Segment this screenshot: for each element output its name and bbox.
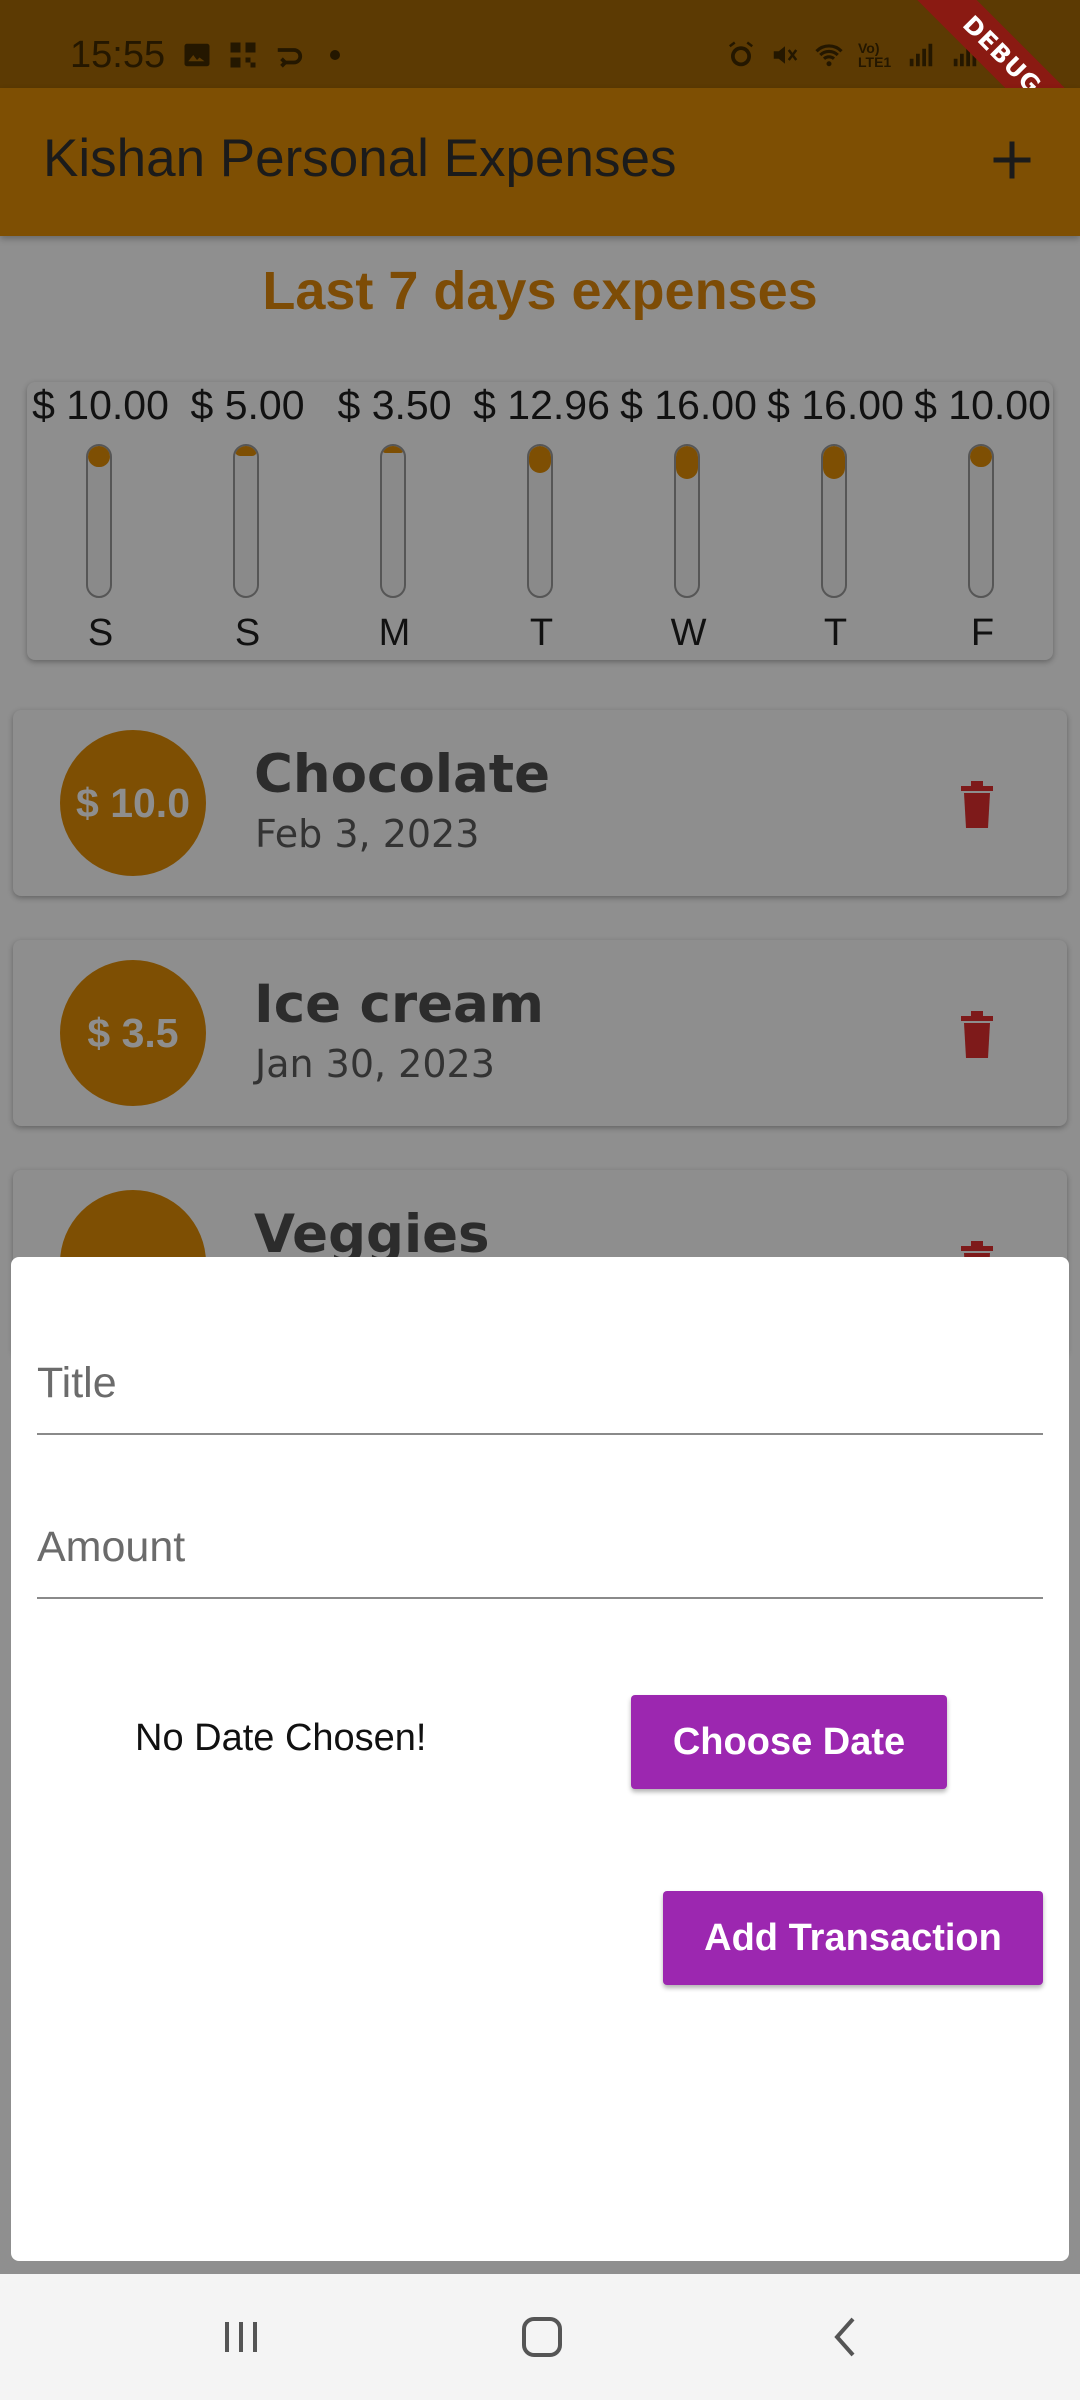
chart-value-label: $ 16.00 — [767, 382, 904, 428]
chart-bar-track — [380, 444, 406, 598]
chart-bar-track — [821, 444, 847, 598]
transaction-title: Chocolate — [254, 744, 551, 805]
transaction-title: Ice cream — [254, 974, 545, 1035]
title-input[interactable] — [37, 1333, 1043, 1433]
chart-bar-column: $ 5.00 S — [174, 382, 321, 660]
chart-day-label: S — [234, 612, 261, 654]
alarm-icon — [729, 41, 753, 67]
chart-day-label: W — [670, 612, 707, 654]
chart-day-label: T — [529, 612, 554, 654]
transaction-card[interactable]: $ 3.5 Ice cream Jan 30, 2023 — [13, 940, 1067, 1126]
amount-input[interactable] — [37, 1497, 1043, 1597]
chart-day-label: F — [970, 612, 995, 654]
amount-avatar: $ 3.5 — [60, 960, 206, 1106]
chart-bar — [529, 446, 551, 473]
chart-bar-track — [527, 444, 553, 598]
transaction-date: Jan 30, 2023 — [255, 1042, 495, 1086]
chart-value-label: $ 10.00 — [914, 382, 1051, 428]
amount-avatar: $ 10.0 — [60, 730, 206, 876]
transaction-card[interactable]: $ 10.0 Chocolate Feb 3, 2023 — [13, 710, 1067, 896]
recent-apps-icon[interactable] — [211, 2312, 271, 2362]
status-bar: 15:55 Vo) LTE1 DEBUG — [0, 0, 1080, 162]
delete-icon[interactable] — [957, 780, 997, 830]
chart-bar — [88, 446, 110, 467]
signal-icon — [909, 43, 933, 67]
chart-value-label: $ 5.00 — [190, 382, 305, 428]
chart-bar — [235, 446, 257, 457]
chart-bar — [970, 446, 992, 467]
chart-bar — [382, 446, 404, 454]
choose-date-button[interactable]: Choose Date — [631, 1695, 947, 1789]
volte-lte-icon: Vo) LTE1 — [858, 40, 892, 70]
status-time: 15:55 — [70, 34, 166, 76]
date-status-label: No Date Chosen! — [135, 1717, 427, 1759]
chart-bar — [676, 446, 698, 479]
status-left-icons — [182, 40, 350, 70]
new-transaction-sheet: No Date Chosen! Choose Date Add Transact… — [11, 1257, 1069, 2261]
chart-value-label: $ 3.50 — [337, 382, 452, 428]
qr-icon — [230, 42, 256, 68]
weekly-chart: $ 10.00 S $ 5.00 S $ 3.50 M $ 12.96 T $ 16.00 W $ … — [27, 382, 1053, 660]
chart-bar-track — [968, 444, 994, 598]
chart-heading: Last 7 days expenses — [262, 261, 818, 321]
chart-bar-column: $ 16.00 W — [615, 382, 762, 660]
chart-day-label: M — [378, 612, 411, 654]
chart-bar-column: $ 3.50 M — [321, 382, 468, 660]
app-bar: Kishan Personal Expenses — [0, 88, 1080, 236]
plus-icon[interactable] — [974, 122, 1050, 198]
dot-icon — [330, 50, 340, 60]
mute-icon — [773, 46, 798, 64]
chart-bar-column: $ 16.00 T — [762, 382, 909, 660]
chart-bar — [823, 446, 845, 479]
chart-bar-track — [86, 444, 112, 598]
forward-icon — [277, 48, 303, 68]
add-transaction-button[interactable]: Add Transaction — [663, 1891, 1043, 1985]
image-icon — [184, 43, 210, 67]
delete-icon[interactable] — [957, 1010, 997, 1060]
system-nav-bar — [0, 2274, 1080, 2400]
back-icon[interactable] — [815, 2312, 875, 2362]
chart-day-label: S — [87, 612, 114, 654]
chart-bar-column: $ 10.00 F — [909, 382, 1056, 660]
transaction-date: Feb 3, 2023 — [255, 812, 480, 856]
chart-bar-column: $ 12.96 T — [468, 382, 615, 660]
chart-value-label: $ 12.96 — [473, 382, 610, 428]
chart-bar-column: $ 10.00 S — [27, 382, 174, 660]
chart-day-label: T — [823, 612, 848, 654]
home-icon[interactable] — [512, 2312, 572, 2362]
chart-bar-track — [233, 444, 259, 598]
wifi-icon — [815, 44, 843, 67]
app-title: Kishan Personal Expenses — [43, 129, 677, 188]
amount-field — [37, 1497, 1043, 1599]
title-field — [37, 1333, 1043, 1435]
chart-value-label: $ 10.00 — [32, 382, 169, 428]
transaction-title: Veggies — [254, 1204, 490, 1265]
chart-value-label: $ 16.00 — [620, 382, 757, 428]
chart-bar-track — [674, 444, 700, 598]
